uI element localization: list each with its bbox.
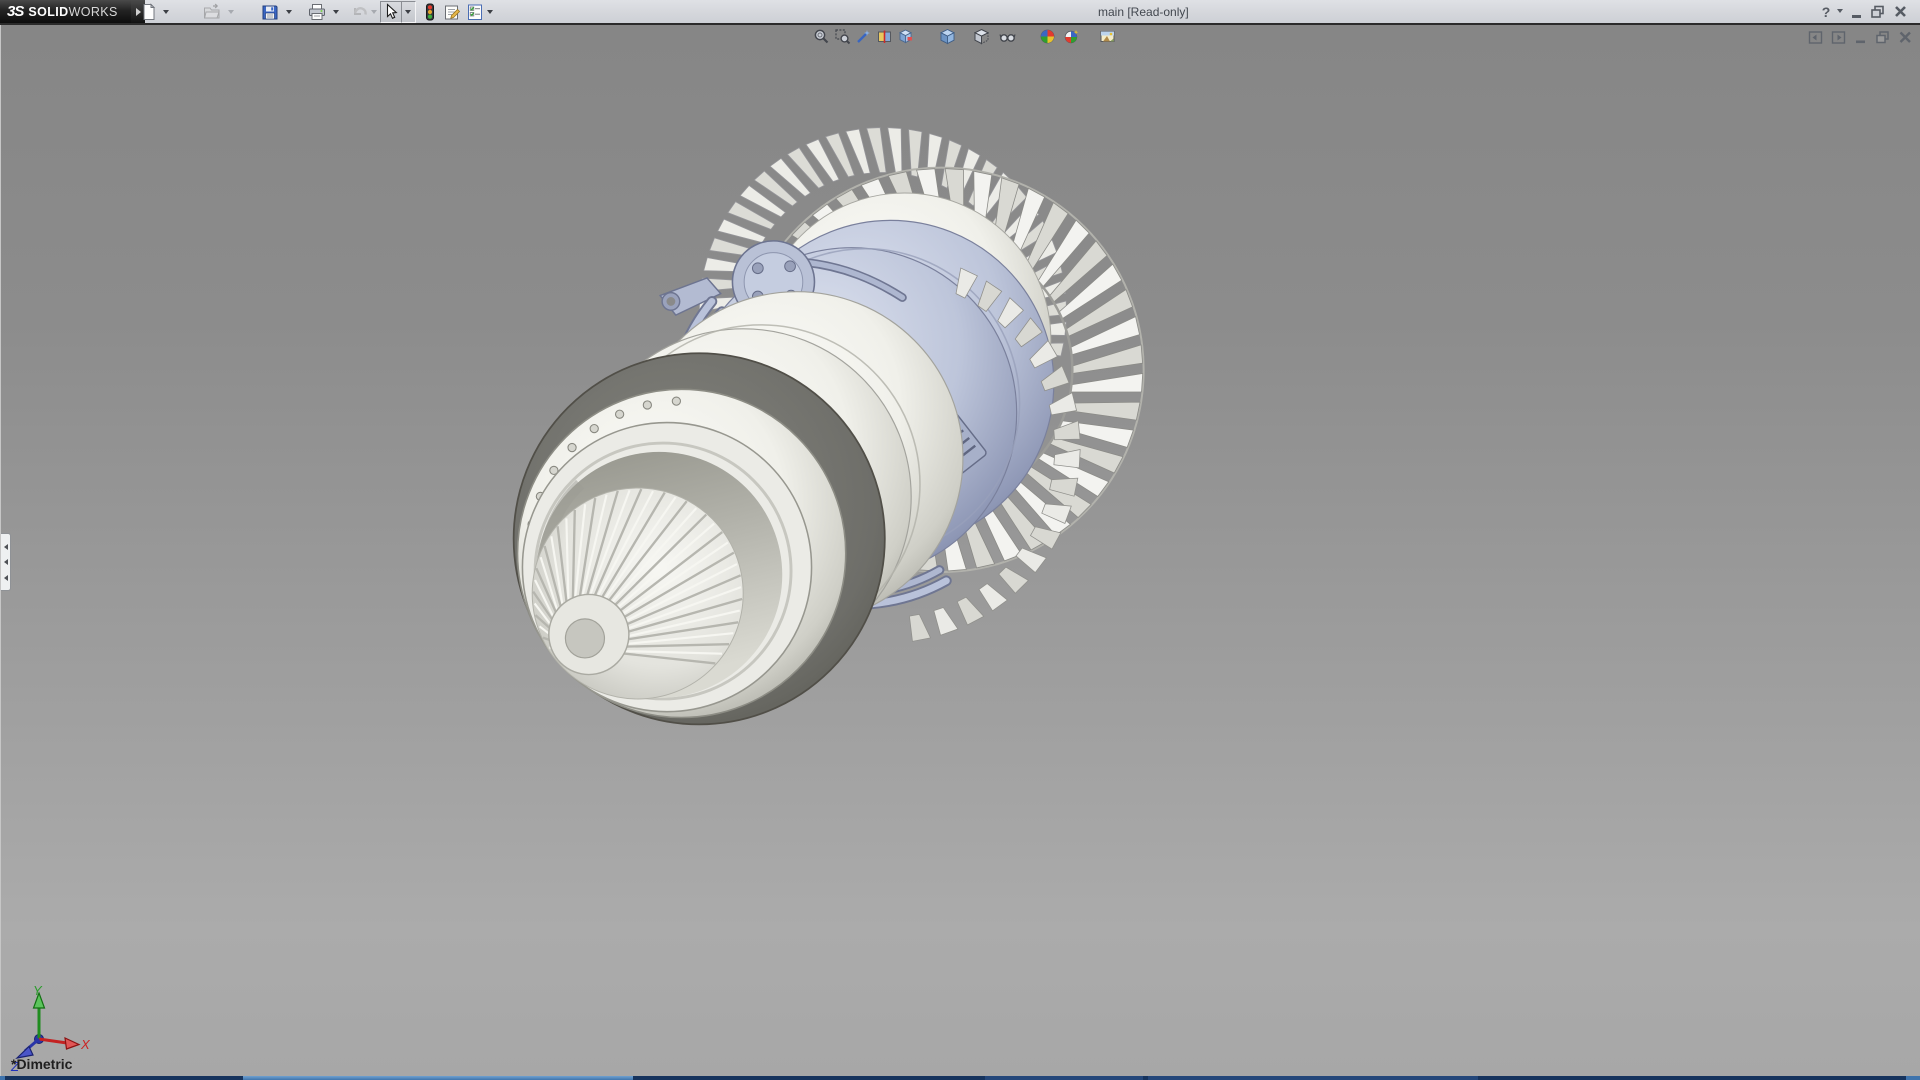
open-document-caret[interactable] — [228, 10, 234, 14]
select-tool-caret-button[interactable] — [401, 1, 416, 23]
print-caret[interactable] — [333, 10, 339, 14]
engine-model[interactable] — [1, 25, 1920, 1076]
solidworks-logo: 3S SOLIDWORKS — [0, 0, 131, 23]
solidworks-window: { "brand": { "glyph": "3S", "name_bold":… — [0, 0, 1920, 1080]
app-minimize-button[interactable] — [1849, 3, 1865, 20]
select-cursor-icon — [382, 3, 401, 21]
graphics-viewport[interactable]: Y X Z *Dimetric — [0, 25, 1920, 1076]
rebuild-button[interactable] — [421, 3, 439, 21]
save-button[interactable] — [261, 3, 279, 21]
new-document-caret[interactable] — [163, 10, 169, 14]
options-button[interactable] — [466, 3, 484, 21]
zoom-to-area-button[interactable] — [834, 28, 851, 45]
open-document-button[interactable] — [203, 3, 221, 21]
doc-close-button[interactable] — [1897, 29, 1914, 46]
doc-minimize-button[interactable] — [1853, 29, 1870, 46]
brand-name-light: WORKS — [69, 5, 118, 19]
select-tool-button[interactable] — [380, 1, 403, 23]
help-caret[interactable] — [1837, 9, 1843, 13]
new-document-button[interactable] — [140, 3, 158, 21]
save-caret[interactable] — [286, 10, 292, 14]
apply-scene-button[interactable] — [1063, 28, 1080, 45]
view-settings-button[interactable] — [1099, 28, 1116, 45]
exhaust-cone — [532, 488, 743, 699]
triad-y-label: Y — [33, 983, 43, 998]
feature-manager-collapsed-tab[interactable] — [1, 533, 11, 591]
brand-glyph: 3S — [7, 3, 23, 20]
print-button[interactable] — [308, 3, 326, 21]
section-view-button[interactable] — [876, 28, 893, 45]
app-restore-button[interactable] — [1869, 3, 1887, 20]
display-style-button[interactable] — [973, 28, 990, 45]
annotation-view-button[interactable] — [897, 28, 914, 45]
file-properties-button[interactable] — [443, 3, 461, 21]
view-orientation-button[interactable] — [939, 28, 956, 45]
previous-view-button[interactable] — [855, 28, 872, 45]
doc-restore-button[interactable] — [1874, 29, 1891, 46]
undo-caret[interactable] — [371, 10, 377, 14]
doc-dock-left-button[interactable] — [1807, 29, 1824, 46]
zoom-to-fit-button[interactable] — [813, 28, 830, 45]
help-button[interactable]: ? — [1818, 2, 1834, 21]
doc-dock-right-button[interactable] — [1830, 29, 1847, 46]
view-orientation-label: *Dimetric — [11, 1056, 72, 1072]
hide-show-items-button[interactable] — [999, 28, 1016, 45]
undo-button[interactable] — [351, 3, 369, 21]
title-bar[interactable]: 3S SOLIDWORKS — [0, 0, 1920, 25]
brand-name-bold: SOLID — [28, 5, 68, 19]
edit-appearance-button[interactable] — [1039, 28, 1056, 45]
triad-x-label: X — [80, 1037, 91, 1052]
options-caret[interactable] — [487, 10, 493, 14]
window-title: main [Read-only] — [1098, 5, 1189, 19]
windows-taskbar-edge[interactable] — [0, 1076, 1920, 1080]
engine-assembly[interactable] — [514, 128, 1144, 725]
app-close-button[interactable] — [1892, 3, 1910, 20]
